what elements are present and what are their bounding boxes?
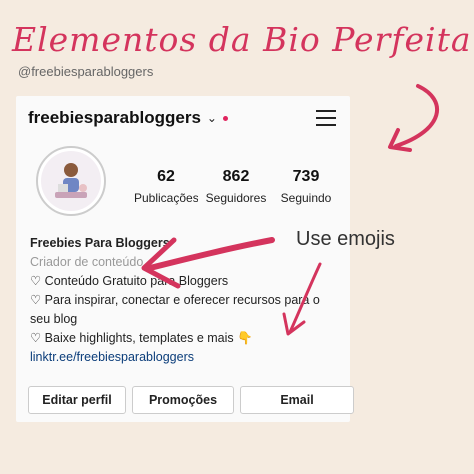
page-title: Elementos da Bio Perfeita xyxy=(12,20,472,59)
bio-line-3: ♡ Baixe highlights, templates e mais 👇 xyxy=(30,331,253,345)
chevron-down-icon[interactable]: ⌄ xyxy=(207,111,217,125)
username-row[interactable]: freebiesparabloggers ⌄ xyxy=(28,108,228,128)
curved-arrow-head xyxy=(388,128,412,152)
bio-line-2: ♡ Para inspirar, conectar e oferecer rec… xyxy=(30,293,320,326)
hamburger-menu-icon[interactable] xyxy=(316,110,336,126)
bio-link[interactable]: linktr.ee/freebiesparabloggers xyxy=(30,348,340,367)
annotation-text: Use emojis xyxy=(296,228,395,250)
page-handle: @freebiesparabloggers xyxy=(18,64,154,79)
profile-stats: 62 Publicações 862 Seguidores 739 Seguin… xyxy=(134,168,338,205)
bio-name: Freebies Para Bloggers xyxy=(30,236,170,250)
stat-label: Seguidores xyxy=(205,191,267,205)
stat-label: Seguindo xyxy=(280,191,332,205)
stat-posts[interactable]: 62 Publicações xyxy=(134,168,198,205)
bio-line-1: ♡ Conteúdo Gratuito para Bloggers xyxy=(30,274,229,288)
stat-value: 739 xyxy=(292,168,320,185)
profile-buttons: Editar perfil Promoções Email xyxy=(28,386,354,414)
curved-arrow-icon xyxy=(394,84,439,148)
avatar[interactable] xyxy=(36,146,106,216)
avatar-illustration xyxy=(41,151,101,211)
username[interactable]: freebiesparabloggers xyxy=(28,108,201,128)
email-button[interactable]: Email xyxy=(240,386,354,414)
stat-following[interactable]: 739 Seguindo xyxy=(274,168,338,205)
stat-label: Publicações xyxy=(134,191,198,205)
stat-value: 62 xyxy=(157,168,175,185)
bio: Freebies Para Bloggers Criador de conteú… xyxy=(30,234,340,367)
edit-profile-button[interactable]: Editar perfil xyxy=(28,386,126,414)
bio-category: Criador de conteúdo xyxy=(30,255,144,269)
notification-dot xyxy=(222,115,228,121)
promotions-button[interactable]: Promoções xyxy=(132,386,234,414)
stat-value: 862 xyxy=(222,168,250,185)
profile-card: freebiesparabloggers ⌄ 62 Publicações 86… xyxy=(16,96,354,422)
stat-followers[interactable]: 862 Seguidores xyxy=(198,168,274,205)
